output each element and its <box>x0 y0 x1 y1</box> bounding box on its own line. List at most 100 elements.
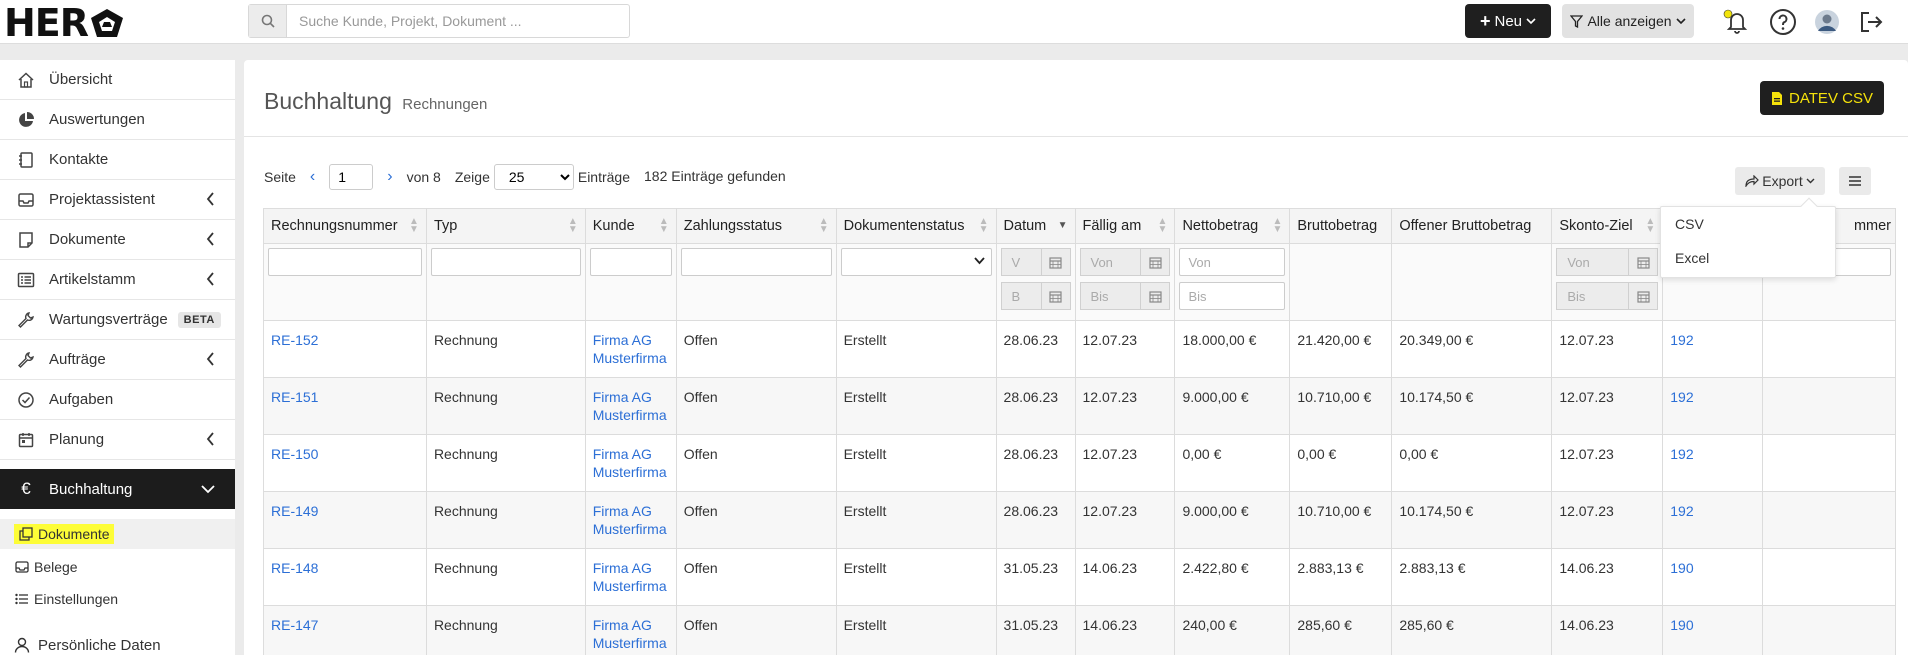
table-row[interactable]: RE-149 Rechnung Firma AG Musterfirma Offen Er… <box>263 491 1896 549</box>
invoice-link[interactable]: RE-152 <box>271 332 318 348</box>
sidebar-subitem-belege[interactable]: Belege <box>0 552 235 582</box>
col-header-faellig-am[interactable]: Fällig am ▲ ▼ <box>1075 208 1176 244</box>
datev-csv-button[interactable]: DATEV CSV <box>1760 81 1884 115</box>
page-number-input[interactable] <box>329 164 374 190</box>
invoice-link[interactable]: RE-151 <box>271 389 318 405</box>
filter-netto-bis-input[interactable] <box>1179 282 1286 310</box>
skonto-to-filter[interactable]: Bis <box>1556 282 1659 310</box>
sidebar-item-uebersicht[interactable]: Übersicht <box>0 60 235 100</box>
reference-link[interactable]: 190 <box>1670 560 1693 576</box>
date-to-filter[interactable]: B <box>1000 282 1071 310</box>
logo[interactable]: HER <box>4 1 124 45</box>
cell-referenz[interactable]: 192 <box>1662 377 1764 435</box>
customer-link[interactable]: Musterfirma <box>593 406 669 424</box>
sidebar-item-artikelstamm[interactable]: Artikelstamm <box>0 260 235 300</box>
calendar-icon[interactable] <box>1628 282 1659 310</box>
customer-link[interactable]: Firma AG <box>593 331 669 349</box>
table-row[interactable]: RE-150 Rechnung Firma AG Musterfirma Offen Er… <box>263 434 1896 492</box>
cell-kunde[interactable]: Firma AG Musterfirma <box>585 377 677 435</box>
export-button[interactable]: Export <box>1735 167 1825 195</box>
cell-rechnungsnummer[interactable]: RE-147 <box>263 605 427 655</box>
col-header-skonto-ziel[interactable]: Skonto-Ziel ▲ ▼ <box>1551 208 1664 244</box>
col-header-typ[interactable]: Typ ▲ ▼ <box>426 208 586 244</box>
prev-page-button[interactable]: ‹ <box>310 168 315 186</box>
new-button[interactable]: + Neu <box>1465 4 1551 38</box>
filter-zahlungsstatus-input[interactable] <box>680 248 832 276</box>
cell-referenz[interactable]: 190 <box>1662 605 1764 655</box>
calendar-icon[interactable] <box>1040 248 1071 276</box>
cell-rechnungsnummer[interactable]: RE-149 <box>263 491 427 549</box>
date-from-filter[interactable]: V <box>1000 248 1071 276</box>
sidebar-subitem-einstellungen[interactable]: Einstellungen <box>0 584 235 614</box>
sidebar-item-projektassistent[interactable]: Projektassistent <box>0 180 235 220</box>
cell-kunde[interactable]: Firma AG Musterfirma <box>585 491 677 549</box>
cell-kunde[interactable]: Firma AG Musterfirma <box>585 434 677 492</box>
customer-link[interactable]: Musterfirma <box>593 634 669 652</box>
customer-link[interactable]: Musterfirma <box>593 349 669 367</box>
filter-typ-input[interactable] <box>430 248 581 276</box>
sidebar-item-aufgaben[interactable]: Aufgaben <box>0 380 235 420</box>
customer-link[interactable]: Firma AG <box>593 559 669 577</box>
col-header-nettobetrag[interactable]: Nettobetrag ▲ ▼ <box>1174 208 1291 244</box>
customer-link[interactable]: Musterfirma <box>593 520 669 538</box>
table-row[interactable]: RE-147 Rechnung Firma AG Musterfirma Offen Er… <box>263 605 1896 655</box>
col-header-rechnungsnummer[interactable]: Rechnungsnummer ▲ ▼ <box>263 208 427 244</box>
calendar-icon[interactable] <box>1140 248 1171 276</box>
calendar-icon[interactable] <box>1628 248 1659 276</box>
table-row[interactable]: RE-152 Rechnung Firma AG Musterfirma Offen Er… <box>263 320 1896 378</box>
cell-kunde[interactable]: Firma AG Musterfirma <box>585 605 677 655</box>
skonto-from-filter[interactable]: Von <box>1556 248 1659 276</box>
col-header-dokumentenstatus[interactable]: Dokumentenstatus ▲ ▼ <box>836 208 997 244</box>
per-page-select[interactable]: 25 <box>493 164 574 190</box>
cell-kunde[interactable]: Firma AG Musterfirma <box>585 548 677 606</box>
cell-rechnungsnummer[interactable]: RE-152 <box>263 320 427 378</box>
cell-rechnungsnummer[interactable]: RE-148 <box>263 548 427 606</box>
filter-dropdown[interactable]: Alle anzeigen <box>1562 4 1694 38</box>
sidebar-item-dokumente[interactable]: Dokumente <box>0 220 235 260</box>
reference-link[interactable]: 192 <box>1670 446 1693 462</box>
sidebar-item-wartungsvertraege[interactable]: Wartungsverträge BETA <box>0 300 235 340</box>
sidebar-item-auswertungen[interactable]: Auswertungen <box>0 100 235 140</box>
filter-kunde-input[interactable] <box>589 248 672 276</box>
col-header-datum[interactable]: Datum ▼ <box>996 208 1076 244</box>
cell-rechnungsnummer[interactable]: RE-150 <box>263 434 427 492</box>
cell-rechnungsnummer[interactable]: RE-151 <box>263 377 427 435</box>
reference-link[interactable]: 192 <box>1670 332 1693 348</box>
cell-referenz[interactable]: 190 <box>1662 548 1764 606</box>
table-row[interactable]: RE-148 Rechnung Firma AG Musterfirma Offen Er… <box>263 548 1896 606</box>
sidebar-item-planung[interactable]: Planung <box>0 420 235 460</box>
customer-link[interactable]: Musterfirma <box>593 463 669 481</box>
table-row[interactable]: RE-151 Rechnung Firma AG Musterfirma Offen Er… <box>263 377 1896 435</box>
sidebar-subitem-dokumente[interactable]: Dokumente <box>0 519 235 549</box>
cell-referenz[interactable]: 192 <box>1662 320 1764 378</box>
col-header-zahlungsstatus[interactable]: Zahlungsstatus ▲ ▼ <box>676 208 837 244</box>
columns-menu-button[interactable] <box>1839 167 1871 195</box>
due-to-filter[interactable]: Bis <box>1079 282 1171 310</box>
filter-rechnungsnummer-input[interactable] <box>268 248 422 276</box>
invoice-link[interactable]: RE-149 <box>271 503 318 519</box>
invoice-link[interactable]: RE-147 <box>271 617 318 633</box>
next-page-button[interactable]: › <box>387 168 392 186</box>
sidebar-item-persoenliche-daten[interactable]: Persönliche Daten <box>0 630 235 655</box>
col-header-bruttobetrag[interactable]: Bruttobetrag <box>1289 208 1393 244</box>
invoice-link[interactable]: RE-150 <box>271 446 318 462</box>
search-input[interactable] <box>287 5 629 37</box>
customer-link[interactable]: Musterfirma <box>593 577 669 595</box>
customer-link[interactable]: Firma AG <box>593 388 669 406</box>
reference-link[interactable]: 190 <box>1670 617 1693 633</box>
col-header-offener-bruttobetrag[interactable]: Offener Bruttobetrag <box>1391 208 1553 244</box>
col-header-kunde[interactable]: Kunde ▲ ▼ <box>585 208 677 244</box>
help-button[interactable] <box>1768 7 1798 37</box>
invoice-link[interactable]: RE-148 <box>271 560 318 576</box>
cell-referenz[interactable]: 192 <box>1662 434 1764 492</box>
reference-link[interactable]: 192 <box>1670 503 1693 519</box>
search-icon[interactable] <box>249 5 287 37</box>
customer-link[interactable]: Firma AG <box>593 445 669 463</box>
sidebar-item-buchhaltung[interactable]: € Buchhaltung <box>0 469 235 509</box>
sidebar-item-auftraege[interactable]: Aufträge <box>0 340 235 380</box>
search-box[interactable] <box>248 4 630 38</box>
cell-referenz[interactable]: 192 <box>1662 491 1764 549</box>
filter-netto-von-input[interactable] <box>1179 248 1286 276</box>
due-from-filter[interactable]: Von <box>1079 248 1171 276</box>
filter-dokumentenstatus-select[interactable] <box>840 248 992 276</box>
